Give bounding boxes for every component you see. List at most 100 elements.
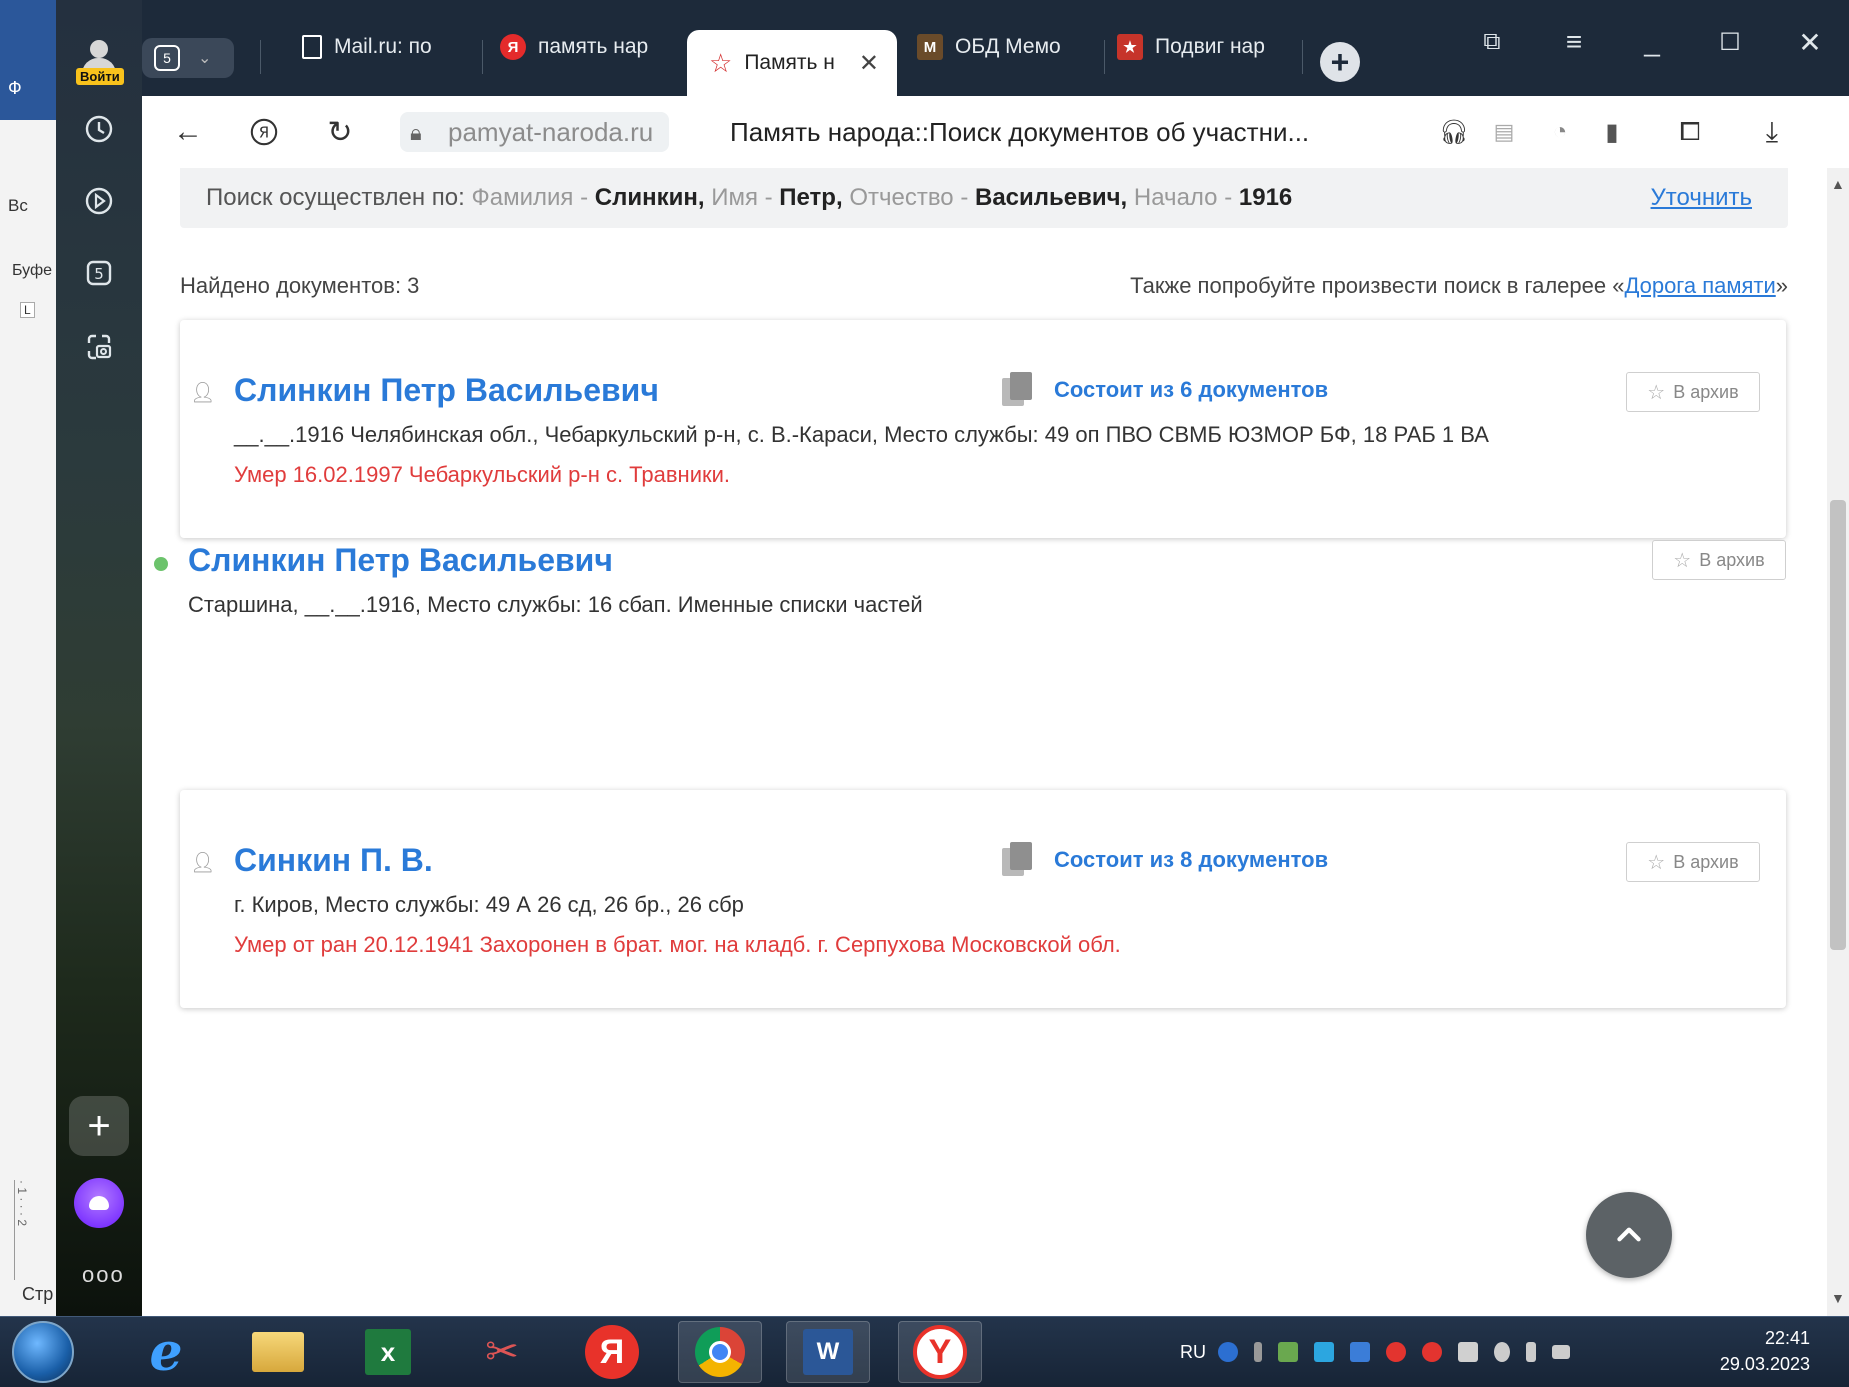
bluetooth-icon[interactable]: [1526, 1342, 1536, 1362]
patronymic-value: Васильевич,: [974, 184, 1128, 211]
login-button[interactable]: Войти: [68, 34, 130, 90]
star-icon: ☆: [709, 47, 733, 78]
collections-icon[interactable]: ⧉: [1472, 22, 1512, 62]
documents-count-link[interactable]: Состоит из 8 документов: [1002, 842, 1328, 878]
yandex-browser-icon[interactable]: Y: [898, 1321, 982, 1383]
green-tray-icon[interactable]: [1278, 1342, 1298, 1362]
name-label: Имя -: [711, 184, 773, 211]
add-to-archive-button[interactable]: ☆ В архив: [1626, 372, 1760, 412]
archive-label: В архив: [1673, 381, 1739, 402]
tab-separator: [1104, 40, 1105, 74]
back-arrow-icon[interactable]: ←: [166, 110, 210, 154]
tab-group-badge: 5: [154, 45, 180, 71]
document-icon: [302, 35, 322, 59]
page-viewport: Поиск осуществлен по: Фамилия - Слинкин,…: [142, 168, 1827, 1316]
star-outline-icon: ☆: [1647, 381, 1666, 404]
close-tab-icon[interactable]: ✕: [859, 49, 879, 78]
lock-icon[interactable]: 🔒︎: [410, 120, 422, 146]
protect-icon[interactable]: ◔: [1538, 110, 1582, 154]
podvig-icon: ★: [1117, 34, 1143, 60]
gallery-hint: Также попробуйте произвести поиск в гале…: [1130, 273, 1788, 299]
antivirus-icon[interactable]: [1386, 1342, 1406, 1362]
chrome-icon[interactable]: [678, 1321, 762, 1383]
person-death-info: Умер от ран 20.12.1941 Захоронен в брат.…: [234, 932, 1121, 957]
person-icon: 👤︎: [190, 852, 216, 874]
history-icon[interactable]: [80, 110, 118, 148]
menu-icon[interactable]: ≡: [1554, 22, 1594, 62]
tab-group-switcher[interactable]: 5 ⌄: [142, 38, 234, 78]
excel-icon[interactable]: x: [346, 1321, 430, 1383]
yandex-home-icon[interactable]: Я: [242, 110, 286, 154]
screenshot-icon[interactable]: [80, 328, 118, 366]
address-page-title[interactable]: Память народа::Поиск документов об участ…: [730, 112, 1309, 152]
avatar-icon: [90, 40, 108, 58]
scroll-to-top-button[interactable]: [1586, 1192, 1672, 1278]
start-button[interactable]: [12, 1321, 74, 1383]
language-indicator[interactable]: RU: [1180, 1342, 1206, 1363]
device-icon[interactable]: [1458, 1342, 1478, 1362]
tab-pamyat-naroda[interactable]: ☆ Память н ✕: [687, 30, 897, 96]
alice-assistant-icon[interactable]: [74, 1178, 124, 1228]
new-tab-button[interactable]: +: [1320, 42, 1360, 82]
more-menu-icon[interactable]: ooo: [82, 1262, 125, 1288]
extensions-icon[interactable]: ⧠: [1668, 110, 1712, 154]
signal-icon[interactable]: [1552, 1345, 1570, 1359]
google-drive-icon[interactable]: [1314, 1342, 1334, 1362]
reader-mode-icon[interactable]: ▤: [1482, 110, 1526, 154]
tab-label: ОБД Мемо: [955, 35, 1061, 58]
obd-icon: М: [917, 34, 943, 60]
yandex-tray-icon[interactable]: [1422, 1342, 1442, 1362]
file-explorer-icon[interactable]: [236, 1321, 320, 1383]
background-app-ruler: · 1 · · · 2: [14, 1180, 33, 1280]
display-icon[interactable]: [1350, 1342, 1370, 1362]
url-field[interactable]: pamyat-naroda.ru: [400, 112, 670, 152]
word-icon[interactable]: W: [786, 1321, 870, 1383]
add-to-archive-button[interactable]: ☆ В архив: [1652, 540, 1786, 580]
download-icon[interactable]: ⤓: [1750, 110, 1794, 154]
star-outline-icon: ☆: [1647, 851, 1666, 874]
minimize-button[interactable]: _: [1632, 22, 1672, 62]
help-icon[interactable]: [1218, 1342, 1238, 1362]
tab-groups-icon[interactable]: 5: [80, 254, 118, 292]
refine-search-link[interactable]: Уточнить: [1651, 184, 1752, 212]
tab-label: Mail.ru: по: [334, 35, 432, 58]
person-info: Старшина, __.__.1916, Место службы: 16 с…: [188, 592, 923, 617]
svg-text:Я: Я: [259, 124, 269, 142]
snipping-tool-icon[interactable]: ✂: [460, 1321, 544, 1383]
internet-explorer-icon[interactable]: e: [124, 1321, 208, 1383]
green-dot-icon: [154, 557, 168, 571]
documents-count-link[interactable]: Состоит из 6 документов: [1002, 372, 1328, 408]
tab-podvig[interactable]: ★ Подвиг нар: [1117, 18, 1297, 76]
add-to-archive-button[interactable]: ☆ В архив: [1626, 842, 1760, 882]
doroga-pamyati-link[interactable]: Дорога памяти: [1624, 273, 1775, 298]
headphones-icon[interactable]: 🎧︎: [1432, 110, 1476, 154]
person-name-link[interactable]: Синкин П. В.: [234, 842, 433, 879]
yandex-icon: Я: [500, 34, 526, 60]
play-icon[interactable]: [80, 182, 118, 220]
network-usb-icon[interactable]: [1254, 1342, 1262, 1362]
tab-label: Память н: [744, 51, 835, 74]
clock-time: 22:41: [1764, 1328, 1810, 1348]
volume-icon[interactable]: [1494, 1342, 1510, 1362]
scrollbar-thumb[interactable]: [1830, 500, 1846, 950]
close-window-button[interactable]: ✕: [1790, 22, 1830, 62]
bookmark-icon[interactable]: ▮: [1590, 110, 1634, 154]
add-panel-button[interactable]: +: [69, 1096, 129, 1156]
tab-mail[interactable]: Mail.ru: по: [302, 18, 490, 76]
result-card: 👤︎ Слинкин Петр Васильевич Состоит из 6 …: [180, 320, 1786, 538]
tab-yandex-search[interactable]: Я память нар: [500, 18, 678, 76]
person-name-link[interactable]: Слинкин Петр Васильевич: [234, 372, 659, 409]
login-label: Войти: [76, 68, 124, 85]
tab-obd-memorial[interactable]: М ОБД Мемо: [917, 18, 1097, 76]
system-clock[interactable]: 22:41 29.03.2023: [1700, 1325, 1810, 1377]
system-tray: RU: [1180, 1317, 1586, 1387]
maximize-button[interactable]: ☐: [1710, 22, 1750, 62]
documents-count-label: Состоит из 8 документов: [1054, 847, 1329, 872]
person-name-link[interactable]: Слинкин Петр Васильевич: [188, 542, 613, 579]
scroll-up-arrow-icon[interactable]: ▲: [1831, 176, 1845, 192]
yandex-app-icon[interactable]: Я: [570, 1321, 654, 1383]
start-value: 1916: [1238, 184, 1293, 211]
archive-label: В архив: [1673, 851, 1739, 872]
reload-icon[interactable]: ↻: [318, 110, 362, 154]
scroll-down-arrow-icon[interactable]: ▼: [1831, 1290, 1845, 1306]
